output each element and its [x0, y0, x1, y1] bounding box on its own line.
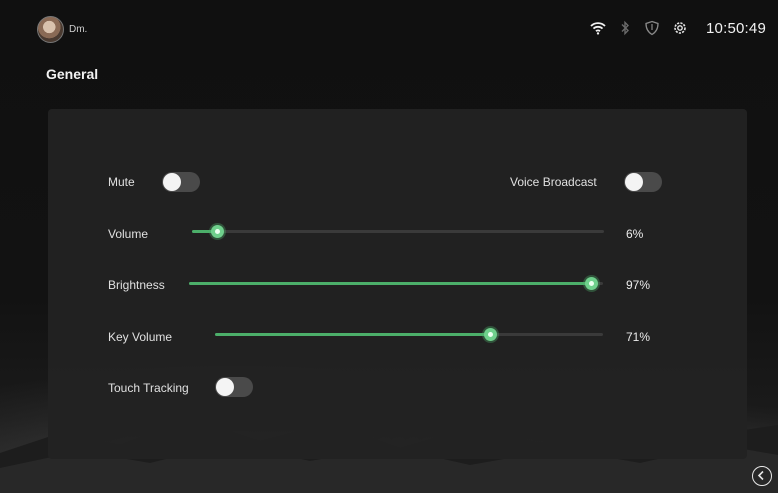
avatar[interactable] — [37, 16, 64, 43]
key-volume-slider-fill — [215, 333, 490, 336]
key-volume-label: Key Volume — [108, 330, 173, 344]
brightness-value: 97% — [626, 278, 651, 292]
shield-icon — [645, 20, 659, 36]
touch-tracking-toggle[interactable] — [215, 377, 253, 397]
volume-slider[interactable] — [192, 222, 604, 240]
status-bar: Dm. 10:50:49 — [0, 0, 778, 48]
brightness-label: Brightness — [108, 278, 165, 292]
chevron-left-icon — [757, 470, 764, 481]
volume-label: Volume — [108, 227, 149, 241]
clock-time: 10:50:49 — [706, 20, 766, 37]
mute-toggle[interactable] — [162, 172, 200, 192]
mute-label: Mute — [108, 175, 135, 189]
volume-value: 6% — [626, 227, 644, 241]
back-button[interactable] — [752, 466, 772, 486]
settings-gear-icon[interactable] — [672, 20, 688, 36]
brightness-slider[interactable] — [189, 274, 603, 292]
touch-tracking-label: Touch Tracking — [108, 381, 189, 395]
wifi-icon — [590, 22, 606, 35]
volume-slider-track — [192, 230, 604, 233]
touch-tracking-toggle-knob — [216, 378, 234, 396]
voice-broadcast-toggle-knob — [625, 173, 643, 191]
settings-card: Mute Voice Broadcast Volume 6% Brightnes… — [48, 109, 747, 459]
voice-broadcast-toggle[interactable] — [624, 172, 662, 192]
brightness-slider-fill — [189, 282, 591, 285]
voice-broadcast-label: Voice Broadcast — [510, 175, 597, 189]
key-volume-slider[interactable] — [215, 325, 603, 343]
bluetooth-icon — [621, 20, 629, 36]
username: Dm. — [69, 24, 88, 35]
page-title: General — [46, 66, 99, 82]
brightness-slider-thumb[interactable] — [585, 277, 598, 290]
key-volume-value: 71% — [626, 330, 651, 344]
key-volume-slider-thumb[interactable] — [484, 328, 497, 341]
mute-toggle-knob — [163, 173, 181, 191]
volume-slider-thumb[interactable] — [211, 225, 224, 238]
